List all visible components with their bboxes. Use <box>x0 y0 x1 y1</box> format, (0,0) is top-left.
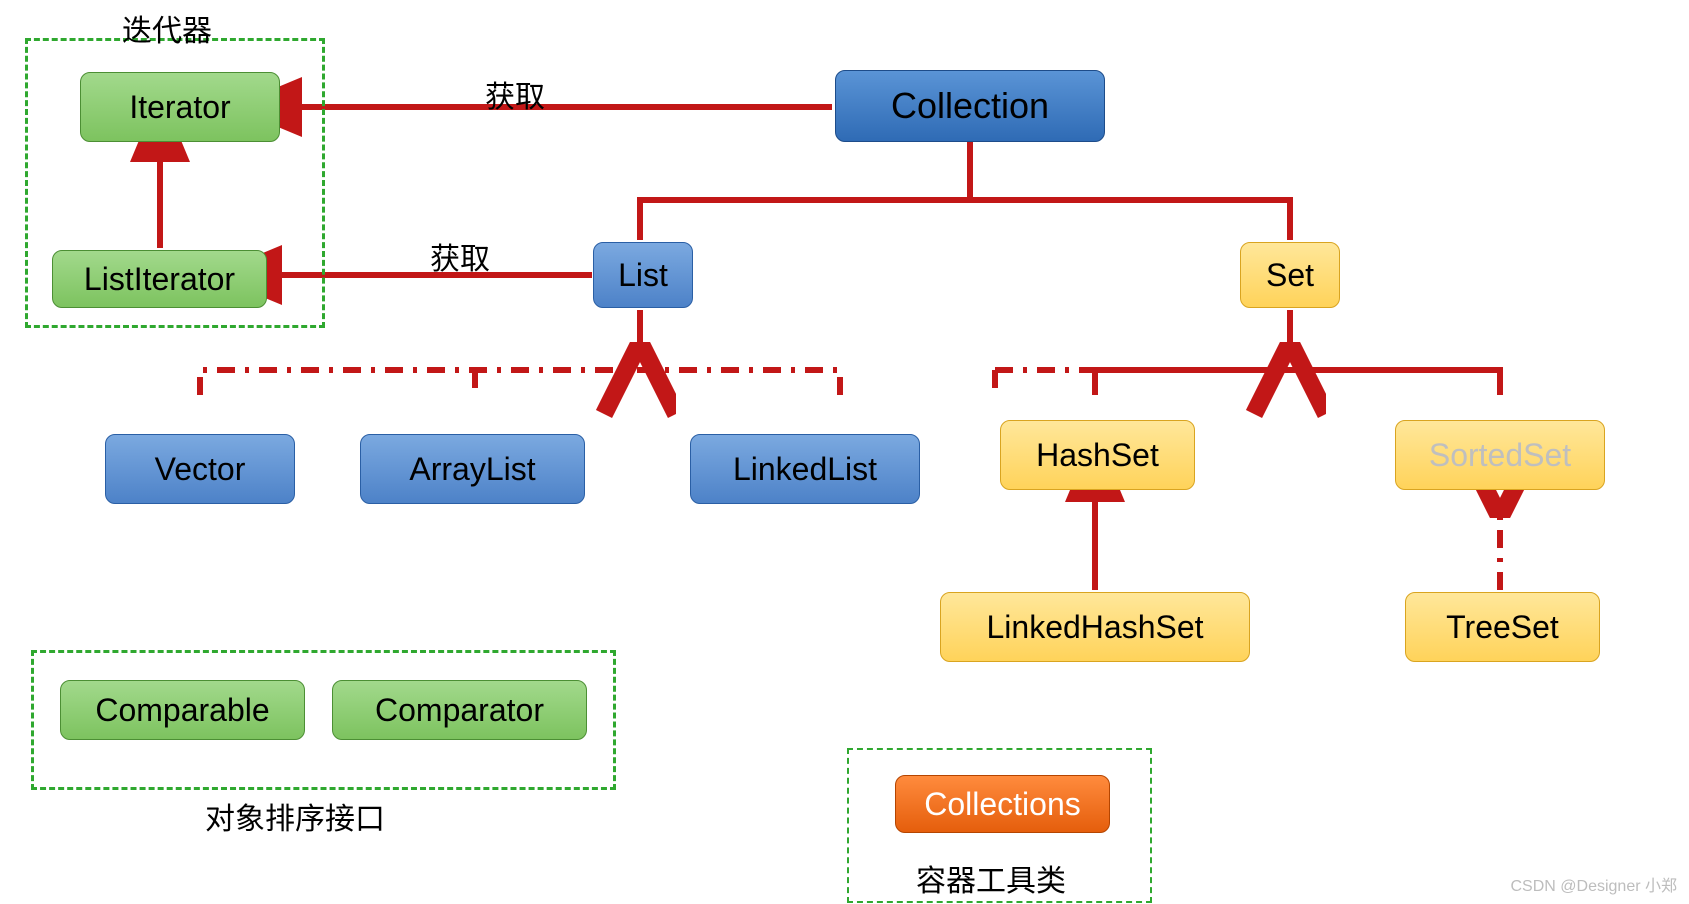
node-collection-label: Collection <box>891 85 1049 127</box>
node-linkedhashset-label: LinkedHashSet <box>986 609 1203 646</box>
edge-collection-set <box>970 142 1290 240</box>
node-linkedlist: LinkedList <box>690 434 920 504</box>
sort-group-label: 对象排序接口 <box>205 794 385 838</box>
node-treeset-label: TreeSet <box>1446 609 1559 646</box>
node-comparable-label: Comparable <box>95 692 269 729</box>
node-vector-label: Vector <box>155 451 246 488</box>
node-comparator: Comparator <box>332 680 587 740</box>
node-list-label: List <box>618 257 668 294</box>
node-treeset: TreeSet <box>1405 592 1600 662</box>
node-collections: Collections <box>895 775 1110 833</box>
edge-set-children-bar <box>1095 370 1500 395</box>
node-listiterator-label: ListIterator <box>84 261 235 298</box>
tool-group-label: 容器工具类 <box>916 856 1066 900</box>
node-vector: Vector <box>105 434 295 504</box>
node-arraylist: ArrayList <box>360 434 585 504</box>
obtain-label-2: 获取 <box>430 234 490 278</box>
node-set-label: Set <box>1266 257 1314 294</box>
node-hashset: HashSet <box>1000 420 1195 490</box>
node-listiterator: ListIterator <box>52 250 267 308</box>
node-linkedlist-label: LinkedList <box>733 451 877 488</box>
obtain-label-1: 获取 <box>485 72 545 116</box>
node-sortedset-label: SortedSet <box>1429 437 1571 474</box>
node-collections-label: Collections <box>924 786 1081 823</box>
edge-list-children-bar <box>200 370 840 395</box>
node-comparator-label: Comparator <box>375 692 544 729</box>
node-set: Set <box>1240 242 1340 308</box>
node-hashset-label: HashSet <box>1036 437 1159 474</box>
node-list: List <box>593 242 693 308</box>
node-sortedset: SortedSet <box>1395 420 1605 490</box>
node-linkedhashset: LinkedHashSet <box>940 592 1250 662</box>
watermark: CSDN @Designer 小郑 <box>1510 872 1677 896</box>
edge-collection-list <box>640 142 970 240</box>
node-collection: Collection <box>835 70 1105 142</box>
iterator-group-label: 迭代器 <box>122 6 212 50</box>
node-iterator-label: Iterator <box>129 89 230 126</box>
node-arraylist-label: ArrayList <box>409 451 535 488</box>
node-iterator: Iterator <box>80 72 280 142</box>
node-comparable: Comparable <box>60 680 305 740</box>
